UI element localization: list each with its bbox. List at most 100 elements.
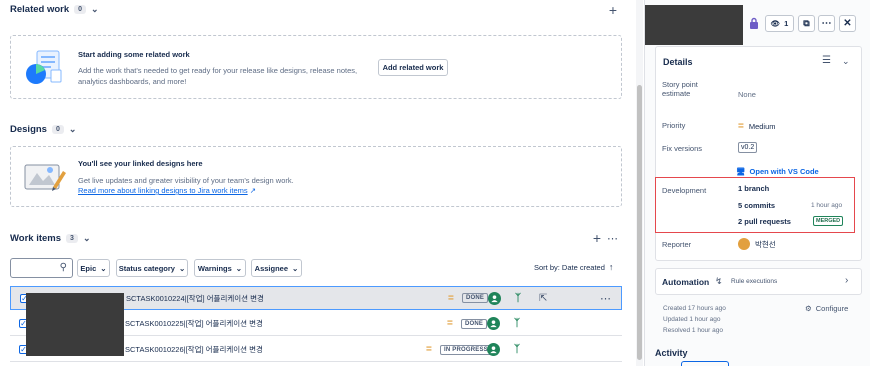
configure-button[interactable]: ⚙ Configure [805, 304, 848, 313]
merged-badge: MERGED [813, 216, 844, 226]
work-items-search-input[interactable]: ⚲ [10, 258, 73, 278]
more-icon[interactable]: ⋯ [606, 231, 620, 245]
medium-priority-icon: = [447, 318, 453, 329]
fix-version-tag[interactable]: v0.2 [738, 142, 758, 153]
configure-label: Configure [815, 304, 849, 313]
filter-assignee-label: Assignee [254, 263, 289, 273]
branch-icon[interactable]: ᛉ [514, 318, 520, 329]
chevron-down-icon[interactable]: ⌄ [842, 56, 850, 67]
resolved-time: Resolved 1 hour ago [663, 327, 723, 334]
eye-icon: 👁 [770, 19, 781, 28]
design-illustration-icon [23, 161, 67, 193]
commits-time: 1 hour ago [811, 202, 843, 209]
related-work-count: 0 [74, 5, 87, 14]
work-item-title[interactable]: SCTASK0010224|[작업] 어플리케이션 변경 [126, 293, 264, 304]
related-work-illustration-icon [23, 48, 65, 88]
medium-priority-icon: = [448, 292, 454, 304]
status-badge[interactable]: IN PROGRESS [440, 344, 492, 355]
pull-request-icon[interactable]: ⇱ [539, 293, 547, 304]
designs-learn-more-link[interactable]: Read more about linking designs to Jira … [78, 186, 248, 195]
priority-field[interactable]: = Medium [738, 121, 776, 132]
reporter-field[interactable]: 박현선 [738, 238, 776, 250]
fix-versions-label: Fix versions [662, 144, 703, 153]
related-work-empty-state: Start adding some related work Add the w… [10, 35, 622, 99]
rule-executions-label: Rule executions [731, 278, 778, 285]
chevron-down-icon: ⌄ [292, 263, 299, 273]
chevron-down-icon[interactable]: ⌄ [91, 4, 99, 15]
created-time: Created 17 hours ago [663, 305, 726, 312]
designs-count: 0 [51, 125, 64, 134]
filter-status-category[interactable]: Status category ⌄ [116, 259, 188, 277]
branch-icon[interactable]: ᛉ [514, 344, 520, 355]
commits-link[interactable]: 5 commits [738, 201, 775, 210]
filter-assignee[interactable]: Assignee ⌄ [251, 259, 302, 277]
designs-title: Designs [10, 124, 47, 135]
sort-label: Sort by: Date created [534, 262, 605, 272]
settings-sliders-icon[interactable]: ☰ [822, 55, 831, 66]
chevron-down-icon[interactable]: ⌄ [83, 233, 91, 244]
medium-priority-icon: = [738, 121, 744, 132]
activity-tab[interactable] [681, 361, 729, 366]
status-badge[interactable]: DONE [462, 293, 489, 303]
chevron-down-icon: ⌄ [235, 263, 243, 273]
avatar [738, 238, 750, 250]
updated-time: Updated 1 hour ago [663, 316, 721, 323]
status-badge[interactable]: DONE [461, 318, 488, 329]
sort-control[interactable]: Sort by: Date created ↑ [534, 262, 613, 272]
story-points-value[interactable]: None [738, 90, 756, 99]
designs-header[interactable]: Designs 0 ⌄ [10, 124, 76, 135]
branch-icon[interactable]: ᛉ [515, 293, 521, 304]
lock-icon[interactable] [747, 15, 761, 31]
filter-epic-label: Epic [80, 263, 97, 273]
chevron-right-icon: › [845, 275, 849, 286]
related-work-header[interactable]: Related work 0 ⌄ [10, 4, 99, 15]
activity-title: Activity [655, 348, 688, 358]
watch-count: 1 [784, 19, 789, 28]
filter-warnings-label: Warnings [197, 263, 232, 273]
chevron-down-icon[interactable]: ⌄ [69, 124, 77, 135]
avatar[interactable] [488, 291, 501, 305]
plus-icon[interactable]: + [590, 230, 604, 246]
related-work-empty-desc-2: analytics dashboards, and more! [78, 77, 187, 86]
watch-button[interactable]: 👁 1 [765, 15, 794, 32]
monitor-icon: 🖥 [736, 167, 746, 176]
designs-learn-more[interactable]: Read more about linking designs to Jira … [78, 185, 256, 196]
related-work-empty-title: Start adding some related work [78, 50, 190, 59]
table-row[interactable]: ✓ SCTASK0010224|[작업] 어플리케이션 변경 = DONE ᛉ … [10, 286, 622, 356]
work-item-title[interactable]: SCTASK0010225|[작업] 어플리케이션 변경 [125, 318, 263, 329]
lightning-icon: ↯ [715, 276, 723, 286]
more-icon[interactable]: ⋯ [818, 15, 835, 32]
redacted-block [26, 293, 124, 356]
avatar[interactable] [487, 343, 500, 356]
details-title[interactable]: Details [663, 57, 693, 67]
add-related-work-button[interactable]: Add related work [378, 59, 448, 76]
medium-priority-icon: = [426, 344, 432, 355]
more-icon[interactable]: ⋯ [600, 292, 611, 305]
open-vscode-link[interactable]: 🖥 Open with VS Code [736, 167, 819, 176]
plus-icon[interactable]: + [606, 2, 620, 18]
work-item-title[interactable]: SCTASK0010226|[작업] 어플리케이션 변경 [125, 344, 263, 355]
avatar[interactable] [487, 317, 500, 330]
reporter-value: 박현선 [755, 239, 776, 249]
close-icon[interactable]: ✕ [839, 15, 856, 32]
share-icon[interactable]: ⧉ [798, 15, 815, 32]
scrollbar-thumb[interactable] [637, 85, 642, 360]
work-items-header[interactable]: Work items 3 ⌄ [10, 233, 91, 244]
filter-warnings[interactable]: Warnings ⌄ [194, 259, 246, 277]
details-sidebar: 👁 1 ⧉ ⋯ ✕ Details ☰ ⌄ Story point estima… [644, 0, 870, 366]
designs-empty-title: You'll see your linked designs here [78, 159, 203, 168]
redacted-block [645, 5, 743, 45]
development-label: Development [662, 186, 707, 195]
priority-label: Priority [662, 121, 686, 130]
filter-epic[interactable]: Epic ⌄ [77, 259, 110, 277]
work-items-title: Work items [10, 233, 62, 244]
reporter-label: Reporter [662, 240, 692, 249]
gear-icon: ⚙ [805, 304, 812, 313]
automation-panel[interactable]: Automation ↯ Rule executions › [655, 268, 862, 295]
branches-link[interactable]: 1 branch [738, 184, 769, 193]
related-work-pane: Related work 0 ⌄ + Start adding some rel… [0, 0, 643, 366]
automation-title: Automation [662, 277, 710, 287]
pull-requests-link[interactable]: 2 pull requests [738, 217, 791, 226]
filter-status-category-label: Status category [118, 263, 175, 273]
story-points-label: Story point estimate [662, 80, 698, 98]
